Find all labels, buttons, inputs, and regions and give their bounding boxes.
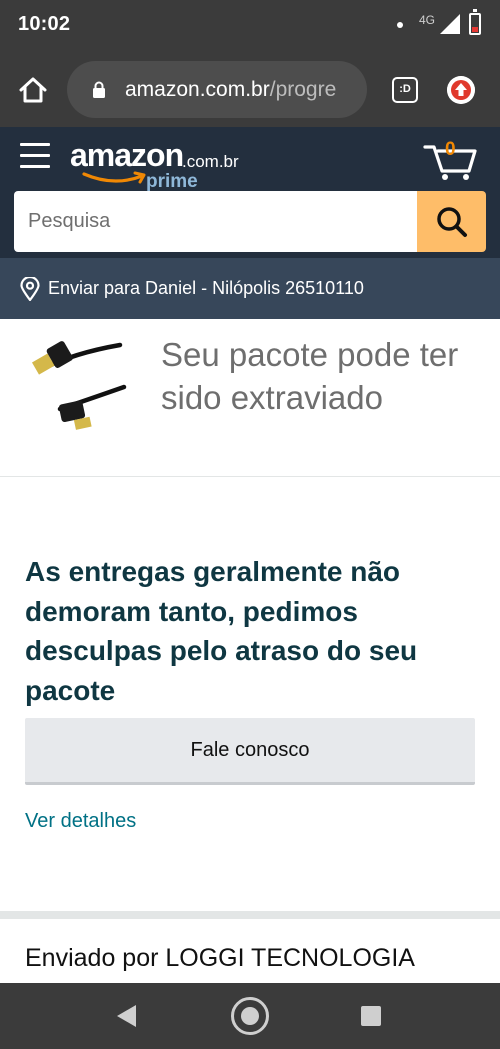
search-button[interactable]	[417, 191, 486, 252]
delivery-status-text: Seu pacote pode ter sido extraviado	[161, 336, 459, 416]
hamburger-menu-icon[interactable]	[20, 143, 50, 169]
deliver-to-text: Enviar para Daniel - Nilópolis 26510110	[48, 278, 364, 298]
recent-apps-icon[interactable]	[361, 1006, 381, 1026]
location-pin-icon	[20, 277, 40, 301]
signal-icon	[440, 14, 460, 34]
network-type: 4G	[419, 13, 436, 27]
url-text[interactable]: amazon.com.br/progre	[125, 78, 365, 102]
back-icon[interactable]	[116, 1004, 138, 1028]
view-details-link[interactable]: Ver detalhes	[25, 810, 136, 833]
search-bar	[14, 191, 486, 252]
logo-prime: prime	[146, 171, 198, 192]
search-icon	[437, 207, 467, 237]
lock-icon	[93, 81, 105, 98]
deliver-to-bar[interactable]: Enviar para Daniel - Nilópolis 26510110	[0, 258, 500, 319]
notification-dot-icon	[397, 22, 403, 28]
amazon-prime-logo[interactable]: amazon .com.br prime	[70, 137, 260, 197]
status-time: 10:02	[18, 13, 71, 35]
section-divider	[0, 911, 500, 919]
url-path: /progre	[269, 78, 337, 101]
product-image[interactable]	[24, 331, 132, 431]
url-bar[interactable]: amazon.com.br/progre	[67, 61, 367, 118]
site-header: amazon .com.br prime 0 Pesquisa Enviar p…	[0, 127, 500, 319]
product-summary: Seu pacote pode ter sido extraviado	[0, 319, 500, 477]
system-nav-bar	[0, 983, 500, 1049]
delay-message: As entregas geralmente não demoram tanto…	[25, 556, 418, 706]
browser-toolbar: amazon.com.br/progre :D	[0, 52, 500, 127]
cart-button[interactable]: 0	[423, 139, 479, 181]
amazon-smile-icon	[82, 171, 146, 184]
cart-count: 0	[445, 139, 456, 160]
update-icon[interactable]	[447, 76, 475, 104]
home-icon[interactable]	[18, 76, 48, 104]
screen: 10:02 4G amazon.com.br/progre :D amazon …	[0, 0, 500, 1049]
shipper-text: Enviado por LOGGI TECNOLOGIA	[25, 944, 415, 972]
logo-tld: .com.br	[182, 152, 239, 171]
tab-switcher-icon[interactable]: :D	[392, 77, 418, 103]
home-circle-icon[interactable]	[231, 997, 269, 1035]
logo-word: amazon	[70, 137, 184, 173]
search-input[interactable]	[14, 191, 418, 252]
status-bar: 10:02 4G	[0, 0, 500, 52]
url-domain: amazon.com.br	[125, 78, 270, 101]
contact-us-button[interactable]: Fale conosco	[25, 718, 475, 785]
battery-icon	[469, 9, 481, 35]
